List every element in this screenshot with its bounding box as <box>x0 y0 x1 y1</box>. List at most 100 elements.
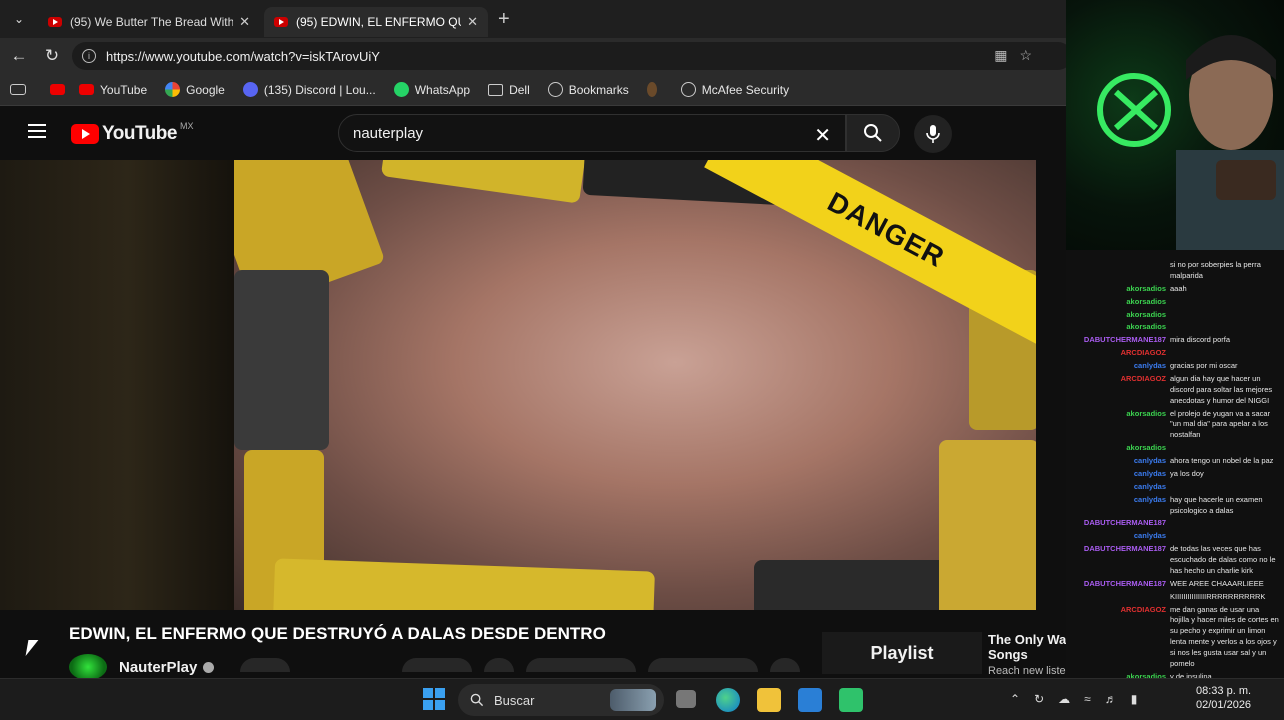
video-actions <box>240 658 800 672</box>
chat-username[interactable] <box>1074 260 1166 282</box>
dislike-button[interactable] <box>484 658 514 672</box>
channel-name[interactable]: NauterPlay <box>119 659 197 676</box>
chat-text: gracias por mi oscar <box>1170 361 1238 370</box>
chevron-up-icon[interactable]: ⌃ <box>1010 692 1020 706</box>
chat-username[interactable]: akorsadios <box>1074 409 1166 442</box>
search-icon <box>470 693 484 707</box>
playlist-card[interactable]: Playlist <box>822 632 982 674</box>
browser-tab[interactable]: (95) We Butter The Bread With But ✕ <box>38 7 260 37</box>
folder-icon <box>488 83 504 96</box>
task-view-icon[interactable] <box>676 690 696 708</box>
address-bar[interactable]: i https://www.youtube.com/watch?v=iskTAr… <box>72 42 1072 70</box>
clear-search-icon[interactable]: ✕ <box>814 123 831 148</box>
bookmark-mcafee[interactable]: McAfee Security <box>680 82 789 97</box>
volume-icon[interactable]: ♬ <box>1105 692 1117 706</box>
clock-date: 02/01/2026 <box>1196 699 1252 712</box>
windows-start-icon[interactable] <box>423 688 445 710</box>
mouse-cursor <box>25 640 39 656</box>
battery-icon[interactable]: ▮ <box>1131 692 1138 706</box>
chat-username[interactable]: canlydas <box>1074 361 1166 372</box>
chat-text: si no por soberpies la perra malparida <box>1170 260 1261 280</box>
download-button[interactable] <box>648 658 758 672</box>
chat-username[interactable]: DABUTCHERMANE187 <box>1074 518 1166 529</box>
stream-chat: si no por soberpies la perra malparida ak… <box>1066 250 1284 678</box>
chat-message: akorsadios <box>1074 443 1280 454</box>
bookmark-youtube[interactable]: YouTube <box>79 83 147 97</box>
chat-username[interactable]: akorsadios <box>1074 297 1166 308</box>
like-button[interactable] <box>402 658 472 672</box>
chat-message: DABUTCHERMANE187 de todas las veces que h… <box>1074 544 1280 577</box>
youtube-logo[interactable]: YouTube MX <box>71 121 193 145</box>
share-button[interactable] <box>526 658 636 672</box>
favorite-star-icon[interactable]: ☆ <box>1019 47 1032 64</box>
microsoft-store-icon[interactable] <box>798 688 822 712</box>
tab-title: (95) We Butter The Bread With But <box>70 15 234 29</box>
chat-username[interactable]: akorsadios <box>1074 322 1166 333</box>
chat-username[interactable]: canlydas <box>1074 531 1166 542</box>
bookmark-dell[interactable]: Dell <box>488 83 530 97</box>
search-input[interactable]: nauterplay ✕ <box>338 114 846 152</box>
chat-username[interactable]: akorsadios <box>1074 443 1166 454</box>
chat-message: canlydas hay que hacerle un examen psicol… <box>1074 495 1280 517</box>
site-info-icon[interactable]: i <box>82 49 96 63</box>
edge-icon[interactable] <box>716 688 740 712</box>
wifi-icon[interactable]: ≈ <box>1084 692 1091 706</box>
chat-username[interactable]: canlydas <box>1074 482 1166 493</box>
search-button[interactable] <box>846 114 900 152</box>
chat-username[interactable]: DABUTCHERMANE187 <box>1074 579 1166 590</box>
sync-icon[interactable]: ↻ <box>1034 692 1044 706</box>
chat-username[interactable]: akorsadios <box>1074 284 1166 295</box>
voice-search-button[interactable] <box>914 115 952 153</box>
chat-username[interactable]: ARCDIAGOZ <box>1074 348 1166 359</box>
file-explorer-icon[interactable] <box>757 688 781 712</box>
whatsapp-icon <box>393 82 409 97</box>
taskbar-clock[interactable]: 08:33 p. m. 02/01/2026 <box>1196 684 1251 713</box>
youtube-icon <box>274 17 288 27</box>
chat-username[interactable]: canlydas <box>1074 469 1166 480</box>
chat-text: WEE AREE CHAAARLIEEE <box>1170 578 1264 588</box>
bookmark-bookmarks[interactable]: Bookmarks <box>547 82 629 97</box>
browser-tab-active[interactable]: (95) EDWIN, EL ENFERMO QUE DE ✕ <box>264 7 488 37</box>
app-icon[interactable] <box>839 688 863 712</box>
app-available-icon[interactable]: ▦ <box>994 47 1007 64</box>
chat-username[interactable]: DABUTCHERMANE187 <box>1074 335 1166 346</box>
discord-icon <box>242 82 258 97</box>
video-frame[interactable]: DANGER <box>234 160 1036 610</box>
bookmark-google[interactable]: Google <box>165 82 225 97</box>
chat-username[interactable] <box>1074 592 1166 603</box>
new-tab-button[interactable]: + <box>498 8 510 31</box>
chat-text: el prolejo de yugan va a sacar "un mal d… <box>1170 408 1271 440</box>
browser-tab-bar: ⌄ (95) We Butter The Bread With But ✕ (9… <box>0 0 1066 38</box>
bookmark-youtube-icon-only[interactable] <box>50 84 71 95</box>
chat-username[interactable]: akorsadios <box>1074 310 1166 321</box>
more-actions-button[interactable] <box>770 658 800 672</box>
chat-username[interactable]: canlydas <box>1074 456 1166 467</box>
chat-message: akorsadios el prolejo de yugan va a sacar… <box>1074 409 1280 442</box>
cloud-icon[interactable]: ☁ <box>1058 692 1070 706</box>
chat-text: mira discord porfa <box>1170 335 1231 345</box>
close-icon[interactable]: ✕ <box>239 14 250 30</box>
chat-username[interactable]: ARCDIAGOZ <box>1074 374 1166 407</box>
chat-text: aaah <box>1170 283 1187 293</box>
taskbar-search[interactable]: Buscar <box>458 684 664 716</box>
refresh-button[interactable]: ↻ <box>38 42 66 70</box>
youtube-play-icon <box>71 124 99 144</box>
close-icon[interactable]: ✕ <box>467 14 478 30</box>
chat-message: canlydas <box>1074 482 1280 493</box>
bookmark-whatsapp[interactable]: WhatsApp <box>393 82 470 97</box>
channel-avatar[interactable] <box>69 654 107 680</box>
chat-username[interactable]: DABUTCHERMANE187 <box>1074 544 1166 577</box>
chat-username[interactable]: canlydas <box>1074 495 1166 517</box>
taskbar-search-placeholder: Buscar <box>494 692 535 708</box>
bookmark-extension[interactable] <box>646 82 663 97</box>
bookmark-discord[interactable]: (135) Discord | Lou... <box>242 82 376 97</box>
notification-bell-button[interactable] <box>240 658 290 672</box>
tab-list-button[interactable]: ⌄ <box>6 6 32 32</box>
chat-message: canlydas ahora tengo un nobel de la paz <box>1074 456 1280 467</box>
youtube-header: YouTube MX nauterplay ✕ <box>0 106 1066 160</box>
back-button[interactable]: ← <box>5 42 33 70</box>
chat-username[interactable]: ARCDIAGOZ <box>1074 605 1166 670</box>
menu-icon[interactable] <box>28 124 46 138</box>
tab-actions-icon[interactable] <box>10 84 32 95</box>
chat-message: si no por soberpies la perra malparida <box>1074 260 1280 282</box>
